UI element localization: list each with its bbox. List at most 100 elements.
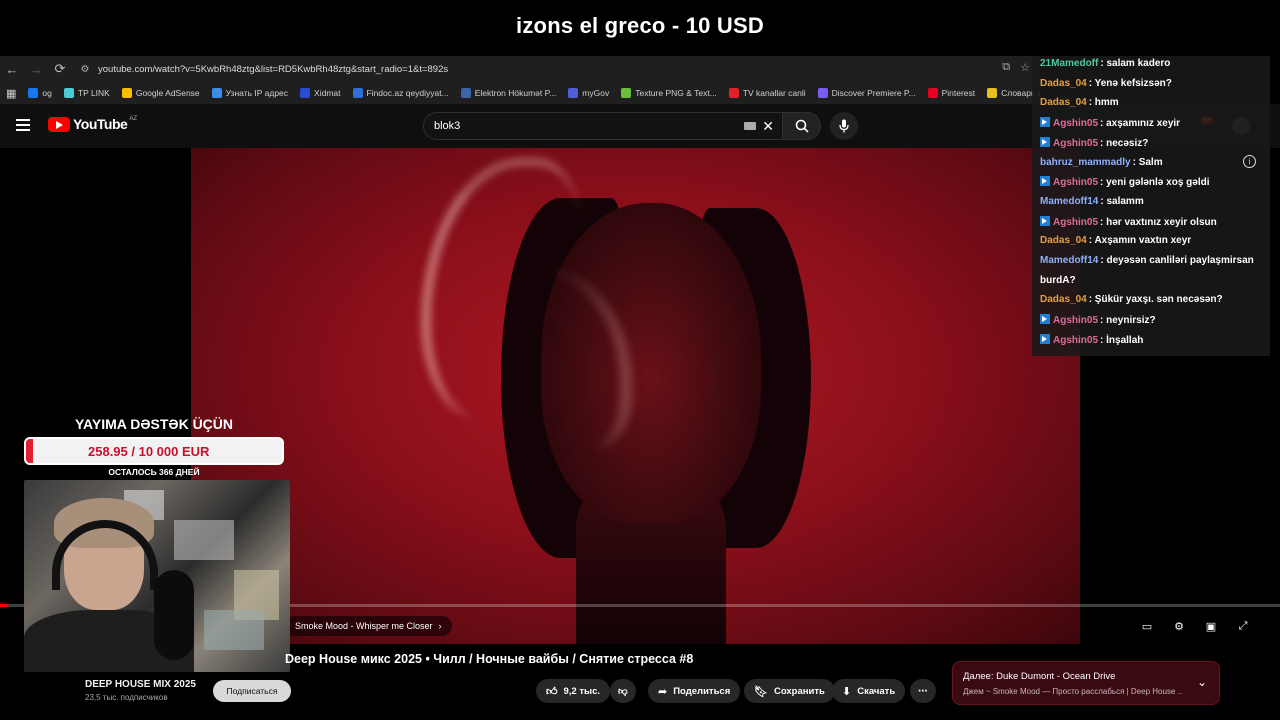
youtube-logo[interactable]: YouTube AZ bbox=[48, 116, 137, 132]
chat-badge-icon bbox=[1040, 333, 1050, 344]
chat-username[interactable]: Dadas_04 bbox=[1040, 97, 1087, 108]
bookmark-star-icon[interactable]: ☆ bbox=[1020, 61, 1030, 74]
chat-text: : axşamınız xeyir bbox=[1100, 118, 1181, 130]
video-title: Deep House микс 2025 • Чилл / Ночные вай… bbox=[285, 652, 694, 666]
bookmark-favicon-icon bbox=[300, 88, 311, 98]
clear-search-icon[interactable]: ✕ bbox=[762, 118, 774, 135]
bookmark-item[interactable]: Узнать IP адрес bbox=[211, 88, 288, 98]
video-progress-fill bbox=[0, 604, 8, 607]
up-next-card[interactable]: Далее: Duke Dumont - Ocean Drive Джем ~ … bbox=[952, 661, 1220, 705]
more-actions-button[interactable]: ⋯ bbox=[910, 679, 936, 703]
voice-search-button[interactable] bbox=[830, 112, 858, 140]
chat-badge-icon bbox=[1040, 136, 1050, 147]
bookmark-item[interactable]: Discover Premiere P... bbox=[817, 88, 916, 98]
donation-amount: 258.95 / 10 000 EUR bbox=[88, 444, 210, 459]
chat-message: bahruz_mammadly: Salm bbox=[1040, 157, 1163, 168]
chat-message: Mamedoff14: deyəsən canliləri paylaşmirs… bbox=[1040, 255, 1254, 266]
site-info-icon[interactable]: ⚙ bbox=[78, 62, 92, 76]
install-icon[interactable]: ⧉ bbox=[1002, 61, 1010, 74]
search-icon bbox=[795, 119, 809, 133]
like-button[interactable]: 👍︎ 9,2 тыс. bbox=[536, 679, 611, 703]
bookmark-favicon-icon bbox=[927, 88, 938, 98]
bookmark-item[interactable]: og bbox=[28, 88, 52, 98]
up-next-title: Далее: Duke Dumont - Ocean Drive bbox=[963, 671, 1116, 682]
browser-address-bar: ← → ⟳ ⚙ youtube.com/watch?v=5KwbRh48ztg&… bbox=[0, 56, 1040, 82]
donation-progress-fill bbox=[26, 439, 33, 463]
info-icon[interactable]: i bbox=[1243, 155, 1256, 168]
chat-message: Agshin05: neynirsiz? bbox=[1040, 314, 1156, 326]
chat-username[interactable]: Agshin05 bbox=[1053, 177, 1098, 188]
bookmark-label: Findoc.az qeydiyyat... bbox=[366, 88, 449, 98]
chat-username[interactable]: Dadas_04 bbox=[1040, 78, 1087, 89]
chat-text: : Yenə kefsizsən? bbox=[1088, 77, 1172, 89]
chat-text: : Şükür yaxşı. sən necəsən? bbox=[1088, 294, 1223, 306]
chat-username[interactable]: Agshin05 bbox=[1053, 335, 1098, 346]
more-horizontal-icon: ⋯ bbox=[918, 685, 928, 697]
chat-text: : salam kadero bbox=[1100, 58, 1171, 69]
chevron-down-icon[interactable]: ⌄ bbox=[1197, 675, 1207, 689]
bookmark-item[interactable]: Elektron Hökumət P... bbox=[460, 88, 557, 98]
bookmark-favicon-icon bbox=[121, 88, 132, 98]
bookmark-favicon-icon bbox=[987, 88, 998, 98]
search-button[interactable] bbox=[783, 112, 821, 140]
chat-username[interactable]: Dadas_04 bbox=[1040, 294, 1087, 305]
bookmark-item[interactable]: Google AdSense bbox=[121, 88, 200, 98]
search-value: blok3 bbox=[434, 120, 461, 132]
download-icon: ⬇ bbox=[842, 685, 852, 698]
theater-mode-icon[interactable]: ▣ bbox=[1202, 617, 1220, 635]
next-track-label: Smoke Mood - Whisper me Closer bbox=[295, 621, 433, 631]
chat-text: : hmm bbox=[1088, 97, 1119, 109]
youtube-wordmark: YouTube bbox=[73, 116, 128, 132]
save-button[interactable]: 🔖︎ Сохранить bbox=[744, 679, 835, 703]
subscribe-button[interactable]: Подписаться bbox=[213, 680, 291, 702]
video-player[interactable] bbox=[191, 148, 1080, 644]
dislike-button[interactable]: 👎︎ bbox=[610, 679, 636, 703]
chat-username[interactable]: Dadas_04 bbox=[1040, 235, 1087, 246]
bookmark-item[interactable]: Pinterest bbox=[927, 88, 975, 98]
chat-username[interactable]: Mamedoff14 bbox=[1040, 196, 1098, 207]
bookmark-favicon-icon bbox=[568, 88, 579, 98]
reload-icon[interactable]: ⟳ bbox=[48, 57, 72, 81]
bookmark-item[interactable]: myGov bbox=[568, 88, 609, 98]
bookmark-label: Elektron Hökumət P... bbox=[474, 88, 557, 98]
bookmark-label: Texture PNG & Text... bbox=[635, 88, 717, 98]
chat-username[interactable]: Mamedoff14 bbox=[1040, 255, 1098, 266]
share-label: Поделиться bbox=[673, 685, 731, 697]
channel-name[interactable]: DEEP HOUSE MIX 2025 bbox=[85, 679, 196, 690]
bookmark-item[interactable]: Findoc.az qeydiyyat... bbox=[352, 88, 449, 98]
microphone-icon bbox=[839, 119, 849, 133]
wall-sticker bbox=[204, 610, 264, 650]
chat-message: Dadas_04: Axşamın vaxtın xeyr bbox=[1040, 235, 1191, 246]
menu-icon[interactable] bbox=[16, 119, 30, 131]
chat-username[interactable]: 21Mamedoff bbox=[1040, 58, 1098, 69]
apps-grid-icon[interactable]: ▦ bbox=[6, 87, 16, 100]
forward-icon[interactable]: → bbox=[24, 57, 48, 81]
chat-text: : deyəsən canliləri paylaşmirsan bbox=[1100, 255, 1254, 266]
bookmarks-bar: ▦ og TP LINK Google AdSense Узнать IP адрес… bbox=[0, 82, 1040, 104]
chat-text: burdA? bbox=[1040, 274, 1076, 286]
back-icon[interactable]: ← bbox=[0, 57, 24, 81]
keyboard-icon[interactable] bbox=[744, 122, 756, 130]
chat-username[interactable]: Agshin05 bbox=[1053, 315, 1098, 326]
bookmark-item[interactable]: Xidmat bbox=[300, 88, 341, 98]
bookmark-label: Xidmat bbox=[314, 88, 341, 98]
chat-username[interactable]: Agshin05 bbox=[1053, 118, 1098, 129]
streamer-webcam bbox=[24, 480, 290, 672]
share-button[interactable]: ➦ Поделиться bbox=[648, 679, 741, 703]
chat-username[interactable]: Agshin05 bbox=[1053, 138, 1098, 149]
bookmark-item[interactable]: Texture PNG & Text... bbox=[621, 88, 717, 98]
download-button[interactable]: ⬇ Скачать bbox=[832, 679, 906, 703]
bookmark-item[interactable]: TV kanallar canli bbox=[728, 88, 806, 98]
fullscreen-icon[interactable]: ⤢ bbox=[1234, 617, 1252, 635]
settings-gear-icon[interactable]: ⚙ bbox=[1170, 617, 1188, 635]
bookmark-item[interactable]: TP LINK bbox=[63, 88, 110, 98]
search-input[interactable]: blok3 ✕ bbox=[423, 112, 783, 140]
url-field[interactable]: youtube.com/watch?v=5KwbRh48ztg&list=RD5… bbox=[98, 64, 448, 75]
chat-message: burdA? bbox=[1040, 275, 1076, 286]
next-track-chip[interactable]: Smoke Mood - Whisper me Closer › bbox=[285, 616, 452, 636]
chat-message: Dadas_04: hmm bbox=[1040, 97, 1119, 108]
chat-overlay: 21Mamedoff: salam kadero Dadas_04: Yenə k… bbox=[1032, 56, 1270, 356]
chat-username[interactable]: bahruz_mammadly bbox=[1040, 157, 1131, 168]
subtitles-icon[interactable]: ▭ bbox=[1138, 617, 1156, 635]
chat-username[interactable]: Agshin05 bbox=[1053, 217, 1098, 228]
